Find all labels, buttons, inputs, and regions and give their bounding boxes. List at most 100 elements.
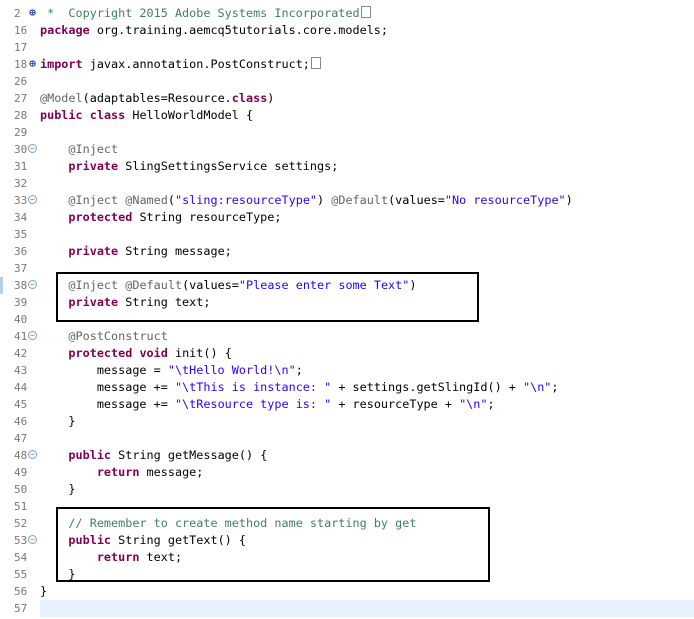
- code-token: }: [40, 414, 76, 428]
- code-token: @Default: [331, 193, 389, 207]
- code-token: init() {: [167, 346, 232, 360]
- collapse-fold-icon[interactable]: −: [28, 144, 37, 153]
- code-token: (values=: [388, 193, 445, 207]
- line-number: 49: [14, 466, 28, 479]
- code-line[interactable]: message = "\tHello World!\n";: [40, 362, 303, 379]
- gutter-row: 45: [0, 396, 40, 413]
- code-line[interactable]: protected void init() {: [40, 345, 232, 362]
- line-number: 2: [14, 7, 21, 20]
- code-line[interactable]: public class HelloWorldModel {: [40, 107, 253, 124]
- line-number: 27: [14, 92, 28, 105]
- gutter-row: 38−: [0, 277, 40, 294]
- code-line[interactable]: * Copyright 2015 Adobe Systems Incorpora…: [40, 5, 371, 22]
- gutter-row: 26: [0, 73, 40, 90]
- gutter-row: 51: [0, 498, 40, 515]
- gutter-row: 16: [0, 22, 40, 39]
- gutter-row: 50: [0, 481, 40, 498]
- collapse-fold-icon[interactable]: −: [28, 450, 37, 459]
- line-number: 45: [14, 398, 28, 411]
- code-line[interactable]: message += "\tResource type is: " + reso…: [40, 396, 495, 413]
- collapse-fold-icon[interactable]: −: [28, 195, 37, 204]
- code-line[interactable]: return message;: [40, 464, 204, 481]
- line-number: 39: [14, 296, 28, 309]
- gutter-row: 42: [0, 345, 40, 362]
- gutter-row: 18 ⊕: [0, 56, 40, 73]
- code-token: "\n": [522, 380, 552, 394]
- code-token: import: [40, 57, 83, 71]
- code-editor[interactable]: 2 ⊕ 16 17 18 ⊕ 26 27 28 29 30−31 32 33−34 35 36 37 38−39…: [0, 0, 694, 619]
- code-line[interactable]: }: [40, 413, 76, 430]
- gutter-row: 37: [0, 260, 40, 277]
- gutter-row: 27: [0, 90, 40, 107]
- code-token: "No resourceType": [444, 193, 566, 207]
- code-token: "\n": [459, 397, 488, 411]
- code-line[interactable]: message += "\tThis is instance: " + sett…: [40, 379, 559, 396]
- line-number: 46: [14, 415, 28, 428]
- code-line[interactable]: @Inject @Named("sling:resourceType") @De…: [40, 192, 572, 209]
- code-line[interactable]: @Model(adaptables=Resource.class): [40, 90, 274, 107]
- code-token: }: [40, 584, 48, 598]
- code-token: SlingSettingsService settings;: [118, 159, 339, 173]
- gutter-row: 17: [0, 39, 40, 56]
- code-line[interactable]: import javax.annotation.PostConstruct;: [40, 56, 321, 73]
- code-token: org.training.aemcq5tutorials.core.models…: [89, 23, 389, 37]
- expand-fold-icon[interactable]: ⊕: [28, 7, 37, 18]
- code-line[interactable]: private String message;: [40, 243, 231, 260]
- gutter-row: 39: [0, 294, 40, 311]
- code-line[interactable]: private SlingSettingsService settings;: [40, 158, 338, 175]
- code-token: @Model: [40, 91, 83, 105]
- gutter-row: 53−: [0, 532, 40, 549]
- code-line[interactable]: }: [40, 583, 47, 600]
- line-number: 36: [14, 245, 28, 258]
- collapse-fold-icon[interactable]: −: [28, 280, 37, 289]
- line-number: 31: [14, 160, 28, 173]
- line-number: 35: [14, 228, 28, 241]
- code-token: void: [139, 346, 168, 360]
- code-token: ;: [487, 397, 495, 411]
- line-number: 41: [14, 330, 28, 343]
- line-number: 56: [14, 585, 28, 598]
- code-token: ;: [295, 363, 303, 377]
- gutter-row: 34: [0, 209, 40, 226]
- line-number: 51: [14, 500, 28, 513]
- code-token: class: [89, 108, 126, 122]
- gutter-row: 56: [0, 583, 40, 600]
- code-line[interactable]: @Inject: [40, 141, 118, 158]
- code-token: "sling:resourceType": [174, 193, 318, 207]
- code-line[interactable]: protected String resourceType;: [40, 209, 281, 226]
- code-token: package: [40, 23, 90, 37]
- gutter-row: 36: [0, 243, 40, 260]
- line-number: 50: [14, 483, 28, 496]
- folded-region-icon[interactable]: [360, 6, 371, 18]
- expand-fold-icon[interactable]: ⊕: [28, 58, 37, 69]
- gutter-row: 35: [0, 226, 40, 243]
- code-line[interactable]: public String getMessage() {: [40, 447, 267, 464]
- collapse-fold-icon[interactable]: −: [28, 331, 37, 340]
- gutter-row: 49: [0, 464, 40, 481]
- collapse-fold-icon[interactable]: −: [28, 535, 37, 544]
- line-number: 16: [14, 24, 28, 37]
- code-line[interactable]: }: [40, 481, 75, 498]
- folded-region-icon[interactable]: [310, 57, 321, 69]
- code-line[interactable]: package org.training.aemcq5tutorials.cor…: [40, 22, 388, 39]
- line-number-gutter: 2 ⊕ 16 17 18 ⊕ 26 27 28 29 30−31 32 33−34 35 36 37 38−39…: [0, 0, 40, 619]
- gutter-row: 40: [0, 311, 40, 328]
- code-token: + settings.getSlingId() +: [331, 380, 523, 394]
- code-token: message +=: [40, 397, 175, 411]
- gutter-row: 29: [0, 124, 40, 141]
- code-token: HelloWorldModel {: [125, 108, 254, 122]
- code-token: private: [68, 244, 119, 258]
- line-number: 52: [14, 517, 28, 530]
- code-token: protected: [68, 346, 133, 360]
- line-number: 26: [14, 75, 28, 88]
- code-token: "\tHello World!\n": [167, 363, 296, 377]
- gutter-row: 28: [0, 107, 40, 124]
- code-line[interactable]: @PostConstruct: [40, 328, 167, 345]
- line-number: 34: [14, 211, 28, 224]
